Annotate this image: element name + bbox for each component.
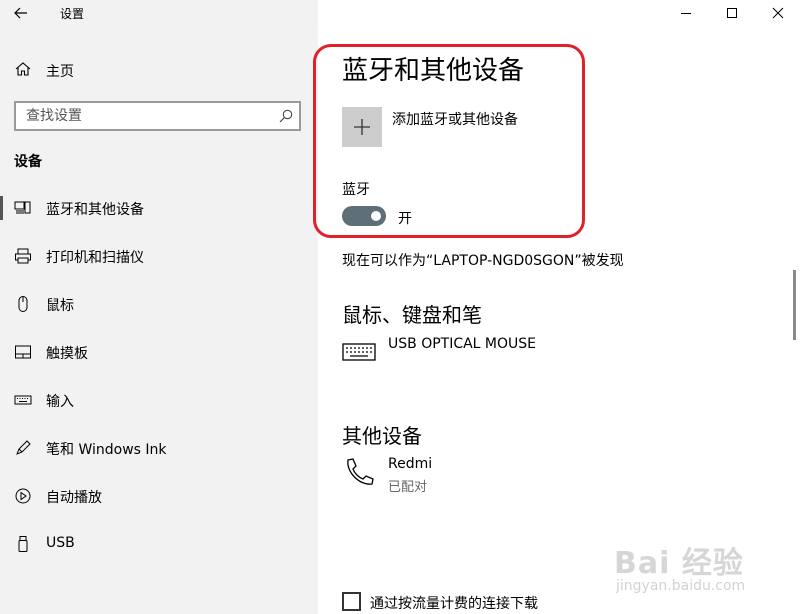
discoverable-text: 现在可以作为“LAPTOP-NGD0SGON”被发现 — [342, 253, 624, 269]
titlebar-left: 设置 — [0, 0, 318, 26]
sidebar-item-mouse[interactable]: 鼠标 — [0, 284, 318, 324]
device-status: 已配对 — [388, 480, 428, 495]
pen-icon — [16, 440, 31, 455]
sidebar-item-bluetooth[interactable]: 蓝牙和其他设备 — [0, 188, 318, 228]
device-name: Redmi — [388, 456, 433, 472]
bluetooth-devices-icon — [14, 201, 31, 214]
phone-icon — [347, 458, 374, 485]
sidebar-item-label: 自动播放 — [46, 490, 102, 506]
sidebar-item-label: 主页 — [46, 64, 74, 80]
metered-label: 通过按流量计费的连接下载 — [370, 596, 538, 612]
bluetooth-state: 开 — [398, 211, 412, 227]
autoplay-icon — [15, 488, 31, 504]
maximize-button[interactable] — [709, 0, 755, 26]
add-device-label: 添加蓝牙或其他设备 — [392, 112, 518, 128]
sidebar-item-label: 蓝牙和其他设备 — [46, 202, 144, 218]
usb-icon — [18, 536, 28, 552]
back-button[interactable] — [10, 3, 32, 23]
bluetooth-toggle[interactable] — [342, 206, 386, 226]
sidebar-item-label: 输入 — [46, 394, 74, 410]
scrollbar[interactable] — [793, 270, 796, 340]
device-item-mouse[interactable]: USB OPTICAL MOUSE — [342, 336, 642, 376]
search-input[interactable] — [16, 103, 266, 129]
printer-icon — [15, 248, 31, 264]
device-name: USB OPTICAL MOUSE — [388, 336, 537, 352]
metered-checkbox[interactable] — [342, 592, 361, 611]
active-indicator — [0, 196, 3, 220]
mouse-icon — [18, 296, 28, 312]
section-title: 设备 — [14, 154, 42, 170]
sidebar: 设置 主页 设备 蓝牙和其他设备 打印机和扫描仪 — [0, 0, 318, 614]
toggle-knob — [371, 211, 381, 221]
add-device-button[interactable]: 添加蓝牙或其他设备 — [342, 107, 582, 147]
watermark-text: Bai 经验 — [614, 546, 744, 581]
search-box — [14, 101, 301, 131]
watermark-logo: Bai 经验 jingyan.baidu.com — [612, 538, 792, 608]
minimize-icon — [681, 13, 691, 14]
bluetooth-label: 蓝牙 — [342, 182, 370, 198]
sidebar-item-label: 鼠标 — [46, 298, 74, 314]
maximize-icon — [727, 8, 737, 18]
group-title-other-devices: 其他设备 — [342, 424, 422, 448]
sidebar-item-touchpad[interactable]: 触摸板 — [0, 332, 318, 372]
sidebar-item-typing[interactable]: 输入 — [0, 380, 318, 420]
keyboard-icon — [14, 395, 32, 405]
sidebar-item-label: 触摸板 — [46, 346, 88, 362]
search-icon[interactable] — [279, 109, 293, 123]
app-title: 设置 — [60, 7, 85, 21]
close-icon — [772, 7, 784, 19]
minimize-button[interactable] — [663, 0, 709, 26]
sidebar-item-autoplay[interactable]: 自动播放 — [0, 476, 318, 516]
watermark-url: jingyan.baidu.com — [616, 578, 746, 594]
home-icon — [15, 62, 31, 76]
main-content: 蓝牙和其他设备 添加蓝牙或其他设备 蓝牙 开 现在可以作为“LAPTOP-NGD… — [318, 0, 803, 614]
sidebar-item-home[interactable]: 主页 — [0, 55, 318, 83]
sidebar-item-label: 笔和 Windows Ink — [46, 442, 167, 458]
touchpad-icon — [15, 345, 31, 359]
keyboard-icon — [342, 343, 376, 361]
sidebar-item-usb[interactable]: USB — [0, 524, 318, 564]
sidebar-item-pen[interactable]: 笔和 Windows Ink — [0, 428, 318, 468]
sidebar-item-label: 打印机和扫描仪 — [46, 250, 144, 266]
back-arrow-icon — [14, 7, 27, 19]
close-button[interactable] — [755, 0, 801, 26]
sidebar-item-label: USB — [46, 535, 75, 551]
group-title-input-devices: 鼠标、键盘和笔 — [342, 303, 482, 327]
page-title: 蓝牙和其他设备 — [342, 56, 525, 86]
add-device-tile — [342, 107, 382, 147]
plus-icon — [354, 119, 370, 135]
device-item-redmi[interactable]: Redmi 已配对 — [342, 456, 642, 496]
sidebar-item-printers[interactable]: 打印机和扫描仪 — [0, 236, 318, 276]
